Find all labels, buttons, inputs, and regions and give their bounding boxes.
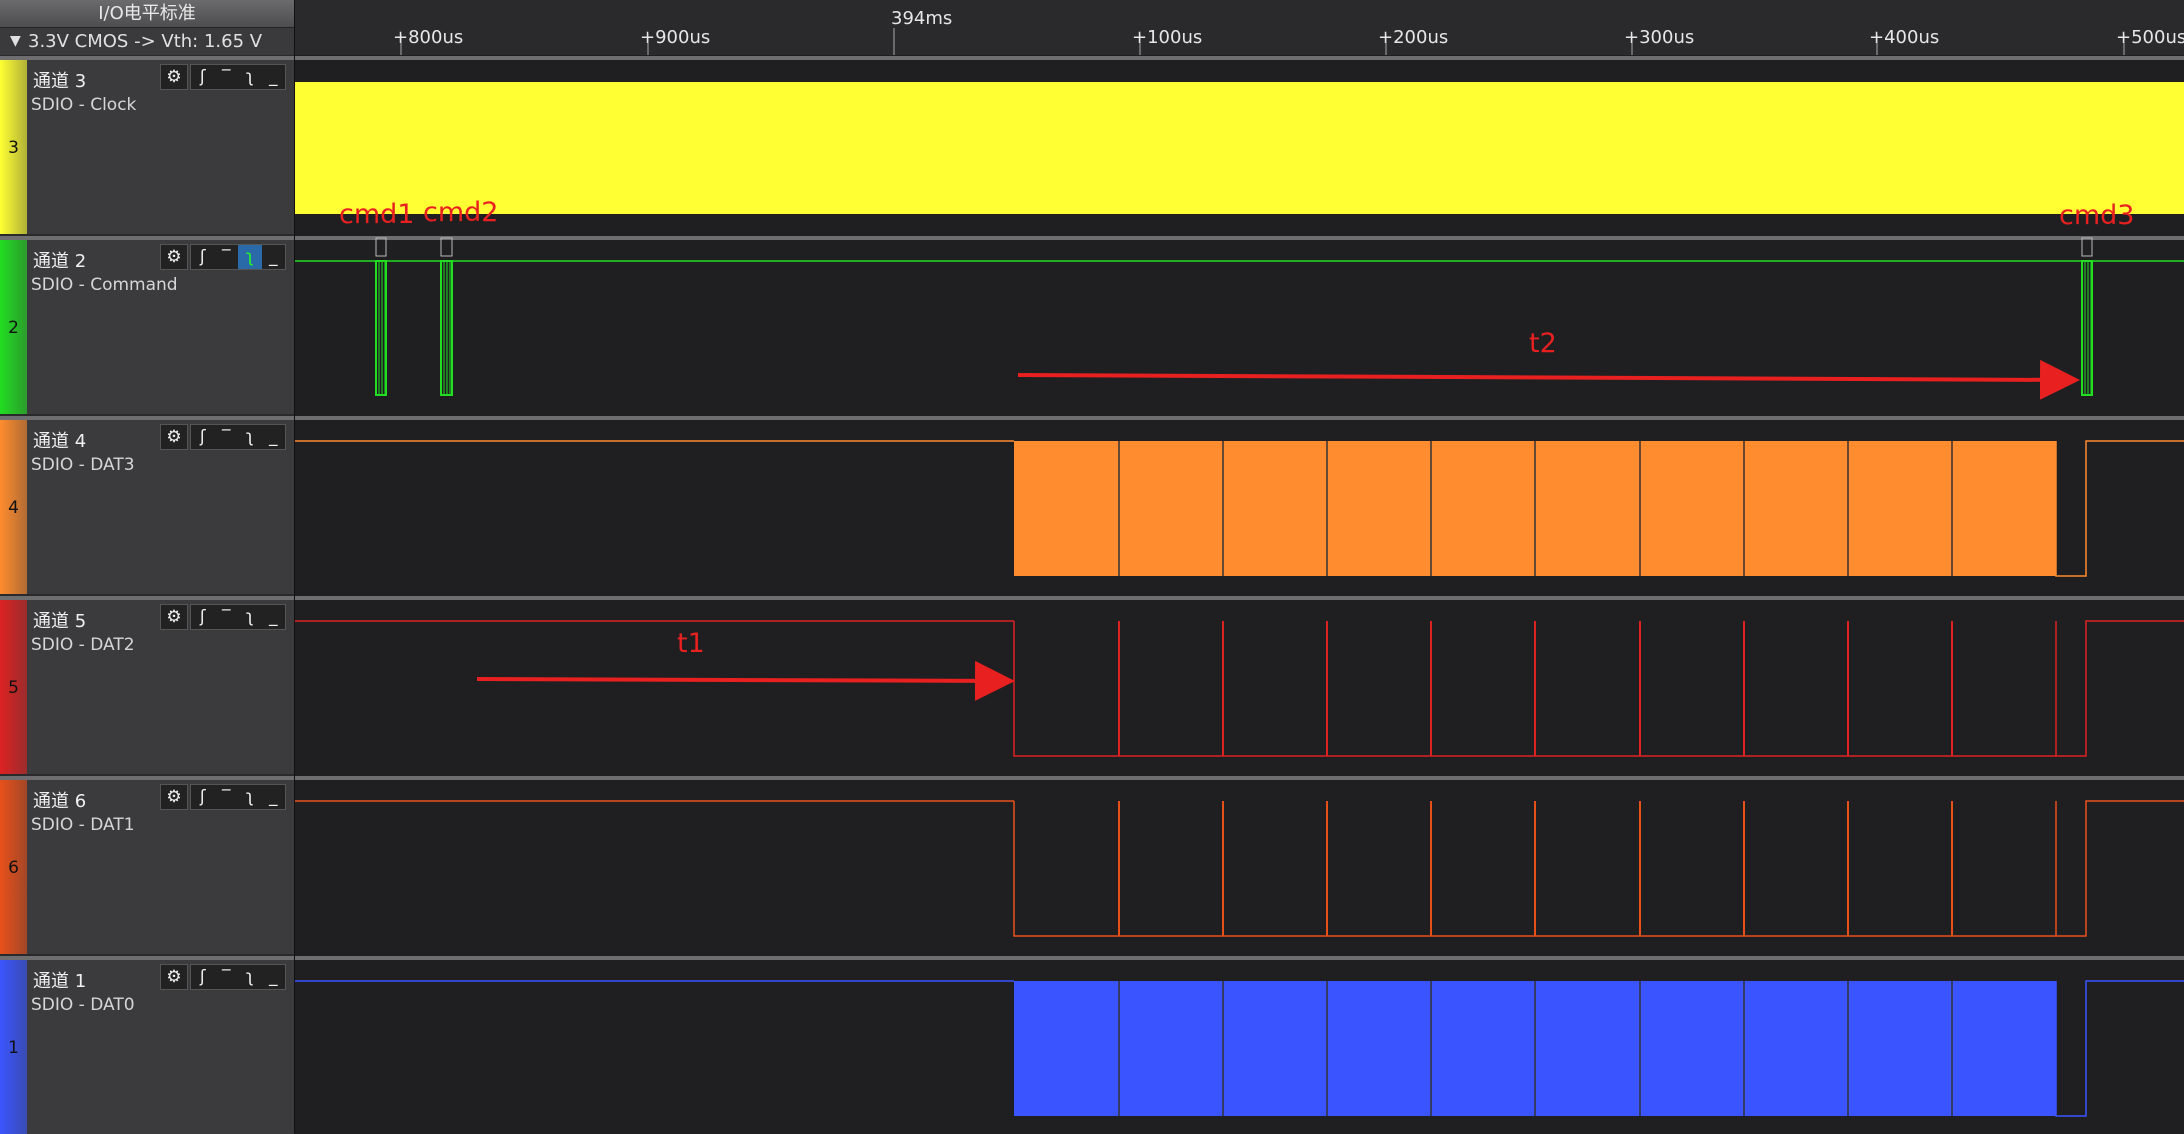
high-level-icon[interactable]: ‾ bbox=[215, 605, 239, 629]
trigger-buttons[interactable]: ʃ ‾ ʅ _ bbox=[190, 784, 286, 810]
falling-edge-icon[interactable]: ʅ bbox=[238, 245, 262, 269]
rising-edge-icon[interactable]: ʃ bbox=[191, 965, 215, 989]
ruler-tick-label: +400us bbox=[1869, 27, 1939, 48]
channel-panel-4[interactable]: 4 通道 4 SDIO - DAT3 ⚙ ʃ ‾ ʅ _ bbox=[0, 416, 294, 594]
falling-edge-icon[interactable]: ʅ bbox=[238, 605, 262, 629]
gear-icon[interactable]: ⚙ bbox=[160, 964, 188, 990]
trigger-buttons[interactable]: ʃ ‾ ʅ _ bbox=[190, 424, 286, 450]
dat0-tail bbox=[2055, 980, 2184, 1117]
low-level-icon[interactable]: _ bbox=[262, 785, 286, 809]
channel-separator bbox=[295, 776, 2184, 780]
falling-edge-icon[interactable]: ʅ bbox=[238, 65, 262, 89]
annotation-t2: t2 bbox=[1529, 328, 1557, 359]
low-level-icon[interactable]: _ bbox=[262, 605, 286, 629]
high-level-icon[interactable]: ‾ bbox=[215, 425, 239, 449]
channel-name[interactable]: 通道 5 bbox=[33, 607, 86, 633]
channel-panel-5[interactable]: 5 通道 5 SDIO - DAT2 ⚙ ʃ ‾ ʅ _ bbox=[0, 596, 294, 774]
channel-description: SDIO - DAT3 bbox=[31, 455, 135, 475]
ruler-tick-label: +500us bbox=[2116, 27, 2184, 48]
channel-number: 1 bbox=[8, 1038, 19, 1058]
channel-separator bbox=[295, 56, 2184, 60]
ruler-tick-label: +300us bbox=[1624, 27, 1694, 48]
rising-edge-icon[interactable]: ʃ bbox=[191, 65, 215, 89]
channel-panel-1[interactable]: 1 通道 1 SDIO - DAT0 ⚙ ʃ ‾ ʅ _ bbox=[0, 956, 294, 1134]
channel-description: SDIO - DAT1 bbox=[31, 815, 135, 835]
channel-separator bbox=[295, 236, 2184, 240]
channel-description: SDIO - DAT2 bbox=[31, 635, 135, 655]
channel-name[interactable]: 通道 2 bbox=[33, 247, 86, 273]
channel-description: SDIO - DAT0 bbox=[31, 995, 135, 1015]
annotation-cmd1: cmd1 bbox=[339, 199, 414, 230]
channel-number: 5 bbox=[8, 678, 19, 698]
waveform-canvas[interactable]: +800us +900us +100us +200us +300us +400us +500… bbox=[295, 0, 2184, 1133]
rising-edge-icon[interactable]: ʃ bbox=[191, 605, 215, 629]
channel-panel-6[interactable]: 6 通道 6 SDIO - DAT1 ⚙ ʃ ‾ ʅ _ bbox=[0, 776, 294, 954]
channel-name[interactable]: 通道 1 bbox=[33, 967, 86, 993]
channel-panel-3[interactable]: 3 通道 3 SDIO - Clock ⚙ ʃ ‾ ʅ _ bbox=[0, 56, 294, 234]
ruler-center-label: 394ms bbox=[891, 8, 952, 29]
rising-edge-icon[interactable]: ʃ bbox=[191, 785, 215, 809]
triangle-down-icon[interactable]: ▼ bbox=[10, 28, 21, 55]
channel-number: 3 bbox=[8, 138, 19, 158]
dat2-tail bbox=[2055, 620, 2184, 757]
channel-separator bbox=[295, 596, 2184, 600]
rising-edge-icon[interactable]: ʃ bbox=[191, 245, 215, 269]
clock-signal-block bbox=[295, 82, 2184, 214]
gear-icon[interactable]: ⚙ bbox=[160, 604, 188, 630]
io-standard-dropdown[interactable]: ▼ 3.3V CMOS -> Vth: 1.65 V bbox=[0, 28, 294, 55]
waveform-area[interactable]: +800us +900us +100us +200us +300us +400us +500… bbox=[295, 0, 2184, 1133]
trigger-buttons[interactable]: ʃ ‾ ʅ _ bbox=[190, 604, 286, 630]
channel-name[interactable]: 通道 3 bbox=[33, 67, 86, 93]
annotation-t2-arrow bbox=[1017, 359, 2080, 400]
low-level-icon[interactable]: _ bbox=[262, 965, 286, 989]
falling-edge-icon[interactable]: ʅ bbox=[238, 965, 262, 989]
gear-icon[interactable]: ⚙ bbox=[160, 424, 188, 450]
command-marker bbox=[440, 237, 453, 257]
channel-separator bbox=[295, 956, 2184, 960]
io-standard-value: 3.3V CMOS -> Vth: 1.65 V bbox=[28, 31, 263, 52]
channel-number: 6 bbox=[8, 858, 19, 878]
command-marker bbox=[2081, 237, 2093, 257]
dat1-tail bbox=[2055, 800, 2184, 937]
channel-panel-2[interactable]: 2 通道 2 SDIO - Command ⚙ ʃ ‾ ʅ _ bbox=[0, 236, 294, 414]
trigger-buttons[interactable]: ʃ ‾ ʅ _ bbox=[190, 964, 286, 990]
gear-icon[interactable]: ⚙ bbox=[160, 784, 188, 810]
channel-separator bbox=[295, 416, 2184, 420]
high-level-icon[interactable]: ‾ bbox=[215, 65, 239, 89]
trigger-buttons[interactable]: ʃ ‾ ʅ _ bbox=[190, 244, 286, 270]
ruler-tick-label: +900us bbox=[640, 27, 710, 48]
falling-edge-icon[interactable]: ʅ bbox=[238, 425, 262, 449]
high-level-icon[interactable]: ‾ bbox=[215, 965, 239, 989]
low-level-icon[interactable]: _ bbox=[262, 65, 286, 89]
dat3-tail bbox=[2055, 440, 2184, 577]
channel-number: 2 bbox=[8, 318, 19, 338]
channel-name[interactable]: 通道 6 bbox=[33, 787, 86, 813]
low-level-icon[interactable]: _ bbox=[262, 245, 286, 269]
channel-name[interactable]: 通道 4 bbox=[33, 427, 86, 453]
low-level-icon[interactable]: _ bbox=[262, 425, 286, 449]
io-standard-title: I/O电平标准 bbox=[0, 0, 294, 28]
channel-description: SDIO - Command bbox=[31, 275, 178, 295]
annotation-cmd2: cmd2 bbox=[423, 197, 498, 228]
channel-number: 4 bbox=[8, 498, 19, 518]
high-level-icon[interactable]: ‾ bbox=[215, 785, 239, 809]
command-marker bbox=[375, 237, 387, 257]
annotation-t1: t1 bbox=[677, 628, 705, 659]
falling-edge-icon[interactable]: ʅ bbox=[238, 785, 262, 809]
annotation-cmd3: cmd3 bbox=[2059, 200, 2134, 231]
trigger-buttons[interactable]: ʃ ‾ ʅ _ bbox=[190, 64, 286, 90]
ruler-tick-label: +800us bbox=[393, 27, 463, 48]
gear-icon[interactable]: ⚙ bbox=[160, 64, 188, 90]
annotation-t1-arrow bbox=[476, 660, 1015, 701]
channel-description: SDIO - Clock bbox=[31, 95, 137, 115]
ruler-tick-label: +200us bbox=[1378, 27, 1448, 48]
rising-edge-icon[interactable]: ʃ bbox=[191, 425, 215, 449]
ruler-tick-label: +100us bbox=[1132, 27, 1202, 48]
gear-icon[interactable]: ⚙ bbox=[160, 244, 188, 270]
high-level-icon[interactable]: ‾ bbox=[215, 245, 239, 269]
